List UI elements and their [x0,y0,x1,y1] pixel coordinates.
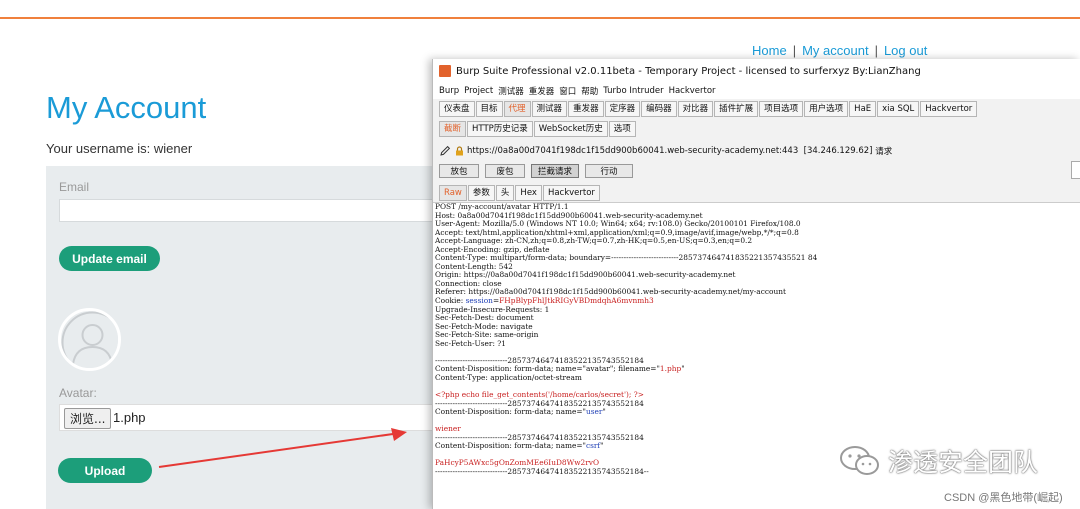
avatar-label: Avatar: [59,386,97,400]
update-email-button[interactable]: Update email [59,246,160,271]
request-line: Sec-Fetch-User: ?1 [433,338,1080,349]
request-line: Content-Disposition: form-data; name="us… [433,407,1080,417]
request-line-part: csrf [585,441,601,451]
menu-item[interactable]: 重发器 [529,85,555,97]
menu-item[interactable]: Turbo Intruder [603,86,663,96]
browse-button[interactable]: 浏览... [64,408,112,429]
main-tab-9[interactable]: 项目选项 [759,101,804,117]
main-tab-5[interactable]: 定序器 [604,101,641,117]
main-tab-6[interactable]: 编码器 [641,101,677,117]
view-tab-1[interactable]: 参数 [467,185,495,201]
lock-icon [456,146,463,156]
username-text: Your username is: wiener [46,141,193,156]
burp-titlebar: Burp Suite Professional v2.0.11beta - Te… [433,59,1080,83]
request-line: Sec-Fetch-Site: same-origin [433,330,1080,340]
burp-logo-icon [439,65,451,77]
request-line: Content-Type: application/octet-stream [433,372,1080,383]
request-line-part: 1.php [659,364,682,374]
request-line-part: Content-Type: application/octet-stream [435,372,582,382]
burp-window-title: Burp Suite Professional v2.0.11beta - Te… [456,65,921,77]
upload-button[interactable]: Upload [58,458,152,483]
log-out-link[interactable]: Log out [884,43,927,58]
burp-main-tabs: 仪表盘 目标 代理 测试器 重发器 定序器 编码器 对比器 插件扩展 项目选项 用户选项 HaE xia… [433,100,978,117]
action-button[interactable]: 行动 [585,163,633,178]
main-tab-10[interactable]: 用户选项 [804,101,849,117]
avatar-placeholder-icon [58,308,121,371]
main-tab-0[interactable]: 仪表盘 [439,101,475,117]
site-nav: Home | My account | Log out [752,43,927,58]
nav-separator: | [874,43,878,58]
pencil-icon[interactable] [439,145,451,157]
watermark: 渗透安全团队 [838,443,1038,479]
proxy-subtab-1[interactable]: HTTP历史记录 [467,121,533,137]
request-ip: [34.246.129.62] [803,146,873,156]
view-tab-0[interactable]: Raw [439,185,467,201]
burp-menubar: Burp Project 测试器 重发器 窗口 帮助 Turbo Intrude… [433,83,1080,99]
page-title: My Account [46,90,207,125]
main-tab-3[interactable]: 测试器 [531,101,568,117]
request-line-part: " [681,364,685,374]
request-line [433,417,1080,426]
request-line-part: " [602,407,606,417]
main-tab-2[interactable]: 代理 [503,101,531,117]
proxy-subtab-3[interactable]: 选项 [608,121,636,137]
wechat-logo-icon [840,446,879,475]
view-tab-3[interactable]: Hex [515,185,542,201]
menu-item[interactable]: 窗口 [559,85,576,97]
email-label: Email [59,180,90,194]
nav-separator: | [792,43,797,58]
main-tab-4[interactable]: 重发器 [568,101,604,117]
main-tab-12[interactable]: xia SQL [877,101,920,117]
my-account-link[interactable]: My account [802,43,868,58]
request-line-part: -----------------------------28573746474… [435,466,649,476]
request-line-part: Sec-Fetch-User: ?1 [435,338,506,348]
main-tab-7[interactable]: 对比器 [677,101,714,117]
request-line-part: user [585,407,603,417]
top-accent-rule [0,17,1080,19]
request-url: https://0a8a00d7041f198dc1f15dd900b60041… [467,146,799,156]
side-search-field[interactable] [1071,161,1080,179]
request-target-bar: https://0a8a00d7041f198dc1f15dd900b60041… [433,143,1080,159]
request-line: Origin: https://0a8a00d7041f198dc1f15dd9… [433,271,1080,280]
view-tab-2[interactable]: 头 [495,185,515,201]
main-tab-13[interactable]: Hackvertor [920,101,978,117]
menu-item[interactable]: Project [464,86,493,96]
request-line: Content-Type: multipart/form-data; bound… [433,254,1080,263]
menu-item[interactable]: Burp [439,86,459,96]
request-suffix: 请求 [875,147,893,157]
watermark-text: 渗透安全团队 [888,448,1039,477]
request-line-part: " [600,441,604,451]
intercept-toggle-button[interactable]: 拦截请求 [531,163,579,178]
request-line-part: Content-Disposition: form-data; name=" [435,407,586,417]
red-annotation-arrow-icon [158,428,407,468]
view-tab-4[interactable]: Hackvertor [542,185,600,201]
request-line-part: Content-Disposition: form-data; name=" [435,441,586,451]
request-view-tabs: Raw 参数头 Hex Hackvertor [433,184,601,201]
menu-item[interactable]: 测试器 [498,85,524,97]
drop-button[interactable]: 废包 [485,163,525,178]
home-link[interactable]: Home [752,43,787,58]
main-tab-11[interactable]: HaE [849,101,877,117]
proxy-subtab-2[interactable]: WebSocket历史 [533,121,608,137]
menu-item[interactable]: Hackvertor [669,86,716,96]
forward-button[interactable]: 放包 [439,163,479,178]
intercept-actions: 放包 废包 拦截请求 行动 [433,162,639,179]
burp-suite-window: Burp Suite Professional v2.0.11beta - Te… [432,59,1080,509]
main-tab-1[interactable]: 目标 [475,101,503,117]
selected-file-name: 1.php [113,410,146,425]
email-input[interactable] [59,199,439,222]
main-tab-8[interactable]: 插件扩展 [714,101,759,117]
menu-item[interactable]: 帮助 [581,85,598,97]
proxy-subtab-0[interactable]: 截断 [439,121,467,137]
csdn-credit: CSDN @黑色地带(崛起) [944,492,1063,504]
burp-proxy-subtabs: 截断 HTTP历史记录 WebSocket历史 选项 [433,120,637,137]
